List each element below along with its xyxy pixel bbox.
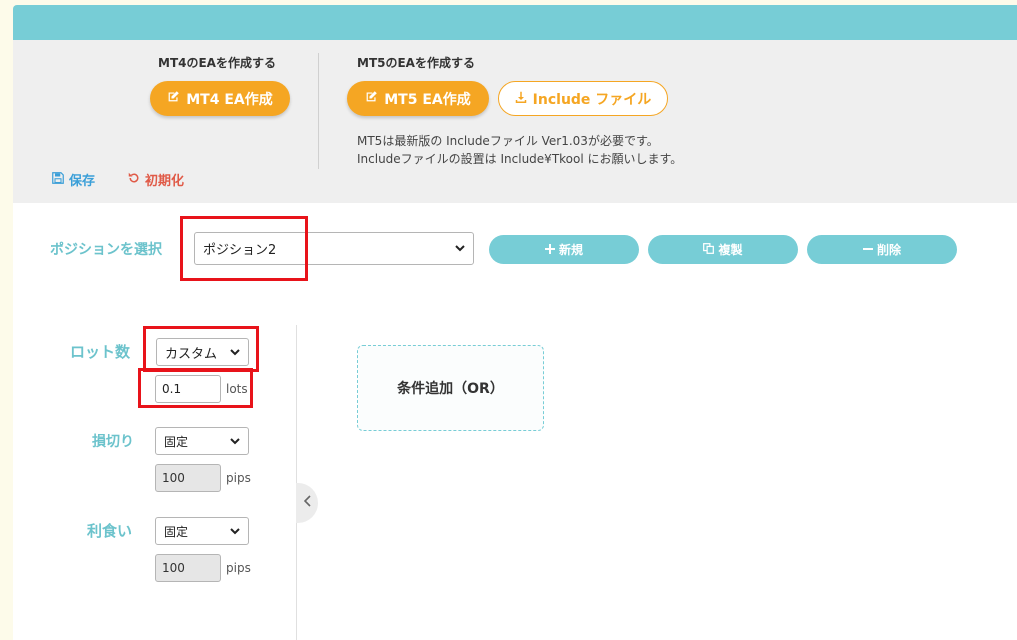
section-divider bbox=[318, 53, 319, 169]
chevron-down-icon bbox=[455, 242, 465, 255]
chevron-down-icon bbox=[230, 435, 240, 448]
plus-icon bbox=[544, 243, 555, 257]
chevron-left-icon bbox=[303, 495, 311, 511]
new-position-button[interactable]: 新規 bbox=[489, 235, 639, 264]
reset-label: 初期化 bbox=[145, 174, 185, 189]
takeprofit-value: 100 bbox=[162, 561, 185, 575]
mt5-create-label: MT5 EA作成 bbox=[384, 91, 471, 108]
ea-builder-page: MT4のEAを作成する MT4 EA作成 MT5のEAを作成する MT5 EA作… bbox=[0, 0, 1017, 640]
mt5-section-title: MT5のEAを作成する bbox=[357, 56, 475, 70]
include-file-button[interactable]: Include ファイル bbox=[498, 81, 668, 116]
highlight-box-position bbox=[180, 216, 308, 281]
mt5-create-button[interactable]: MT5 EA作成 bbox=[347, 81, 489, 116]
highlight-box-lot-mode bbox=[143, 326, 259, 372]
mt5-note-line1: MT5は最新版の Includeファイル Ver1.03が必要です。 bbox=[357, 134, 659, 148]
include-file-label: Include ファイル bbox=[532, 91, 652, 108]
new-position-label: 新規 bbox=[558, 243, 583, 257]
delete-position-button[interactable]: 削除 bbox=[807, 235, 957, 264]
reset-button[interactable]: 初期化 bbox=[128, 170, 184, 189]
undo-icon bbox=[128, 172, 140, 188]
top-bar bbox=[13, 5, 1017, 40]
stoploss-unit: pips bbox=[226, 471, 251, 485]
takeprofit-mode-select[interactable]: 固定 bbox=[155, 517, 249, 545]
save-button[interactable]: 保存 bbox=[52, 170, 95, 189]
stoploss-label: 損切り bbox=[92, 434, 134, 450]
copy-position-label: 複製 bbox=[718, 243, 743, 257]
mt4-create-label: MT4 EA作成 bbox=[186, 91, 273, 108]
edit-icon bbox=[167, 90, 180, 107]
save-label: 保存 bbox=[69, 174, 96, 189]
edit-icon bbox=[365, 90, 378, 107]
takeprofit-value-input[interactable]: 100 bbox=[155, 554, 221, 582]
add-condition-label: 条件追加（OR） bbox=[397, 381, 504, 397]
takeprofit-label: 利食い bbox=[87, 522, 133, 540]
highlight-box-lot-value bbox=[138, 368, 253, 408]
takeprofit-unit: pips bbox=[226, 561, 251, 575]
stoploss-mode-select[interactable]: 固定 bbox=[155, 427, 249, 455]
stoploss-value: 100 bbox=[162, 471, 185, 485]
mt4-section-title: MT4のEAを作成する bbox=[158, 56, 276, 70]
minus-icon bbox=[862, 243, 873, 257]
mt4-create-button[interactable]: MT4 EA作成 bbox=[150, 81, 290, 116]
save-icon bbox=[52, 171, 64, 188]
stoploss-value-input[interactable]: 100 bbox=[155, 464, 221, 492]
chevron-down-icon bbox=[230, 525, 240, 538]
download-icon bbox=[515, 91, 527, 107]
copy-position-button[interactable]: 複製 bbox=[648, 235, 798, 264]
delete-position-label: 削除 bbox=[876, 243, 901, 257]
add-condition-or-button[interactable]: 条件追加（OR） bbox=[357, 345, 544, 431]
position-select-label: ポジションを選択 bbox=[50, 242, 162, 258]
mt5-note-line2: Includeファイルの設置は Include¥Tkool にお願いします。 bbox=[357, 152, 683, 166]
copy-icon bbox=[703, 242, 715, 257]
takeprofit-mode-value: 固定 bbox=[164, 524, 189, 539]
stoploss-mode-value: 固定 bbox=[164, 434, 189, 449]
lot-label: ロット数 bbox=[70, 343, 131, 361]
